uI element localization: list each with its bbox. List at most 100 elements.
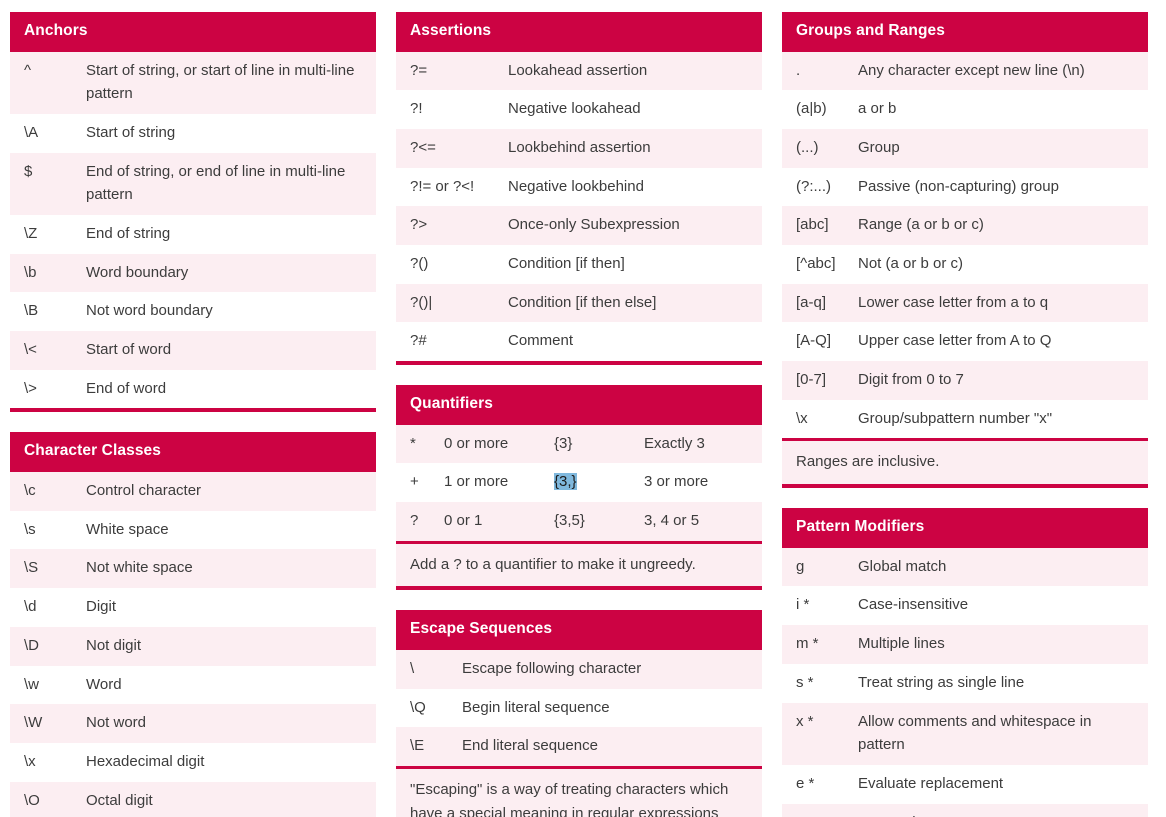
row-key: s *	[796, 673, 814, 691]
row-value: Lookbehind assertion	[508, 138, 651, 156]
row-value: Not word boundary	[86, 302, 213, 320]
row-value: End literal sequence	[462, 737, 598, 755]
row-value: Not white space	[86, 559, 193, 577]
row-value: Not word	[86, 714, 147, 732]
row-key: \Q	[410, 698, 426, 716]
card-body-pattern-modifiers: g Global match i * Case-insensitive m * Multi…	[782, 547, 1148, 817]
row-value: Negative lookbehind	[508, 177, 644, 195]
card-note-groups-and-ranges: Ranges are inclusive.	[782, 438, 1148, 485]
card-header-escape-sequences: Escape Sequences	[396, 610, 762, 651]
row-value: Condition [if then else]	[508, 293, 657, 311]
table-row: ?# Comment	[396, 322, 762, 362]
row-value: Group/subpattern number "x"	[858, 409, 1053, 427]
column-3: Groups and Ranges. Any character except n…	[782, 12, 1148, 817]
row-key: ^	[24, 61, 32, 79]
row-key: (...)	[796, 138, 819, 156]
table-row: m * Multiple lines	[782, 625, 1148, 664]
row-value: Multiple lines	[858, 635, 945, 653]
cheat-sheet: Anchors ^ Start of string, or start of lin…	[0, 0, 1166, 817]
cell-c3: {3,}	[554, 470, 644, 494]
table-row: +1 or more {3,} 3 or more	[396, 463, 762, 503]
row-key: ?()|	[410, 293, 433, 311]
card-body-anchors: ^ Start of string, or start of line in mu…	[10, 51, 376, 409]
cell-c2: 0 or more	[444, 434, 509, 452]
cell-c3: {3,5}	[554, 512, 585, 530]
row-value: Upper case letter from A to Q	[858, 332, 1052, 350]
table-row: ?> Once-only Subexpression	[396, 206, 762, 246]
row-value: Digit	[86, 598, 117, 616]
table-row: \S Not white space	[10, 549, 376, 589]
row-key: \S	[24, 559, 39, 577]
table-row: e * Evaluate replacement	[782, 764, 1148, 804]
cell-c1: +	[410, 473, 419, 491]
row-key: g	[796, 557, 805, 575]
table-row: i * Case-insensitive	[782, 586, 1148, 626]
row-key: [0-7]	[796, 371, 827, 389]
row-key: \	[410, 660, 415, 678]
row-key: \A	[24, 123, 39, 141]
row-key: e *	[796, 774, 815, 792]
table-row: \w Word	[10, 665, 376, 705]
card-header-assertions: Assertions	[396, 12, 762, 52]
row-key: ?>	[410, 216, 428, 234]
card-anchors: Anchors ^ Start of string, or start of lin…	[10, 12, 376, 413]
table-row: x * Allow comments and whitespace in patt…	[782, 702, 1148, 765]
table-row: \ Escape following character	[396, 650, 762, 689]
row-key: m *	[796, 635, 819, 653]
row-key: \d	[24, 598, 37, 616]
row-value: Negative lookahead	[508, 100, 641, 118]
table-row: [abc] Range (a or b or c)	[782, 206, 1148, 246]
table-row: g Global match	[782, 547, 1148, 587]
row-key: \Z	[24, 225, 38, 243]
card-body-groups-and-ranges: . Any character except new line (\n) (a|b)…	[782, 51, 1148, 439]
row-value: End of string	[86, 225, 171, 243]
row-value: Lower case letter from a to q	[858, 293, 1049, 311]
row-value: Range (a or b or c)	[858, 216, 984, 234]
row-value: Comment	[508, 332, 574, 350]
row-value: Treat string as single line	[858, 673, 1025, 691]
row-key: \B	[24, 302, 39, 320]
row-key: ?#	[410, 332, 427, 350]
cell-c1: ?	[410, 512, 419, 530]
card-note-quantifiers: Add a ? to a quantifier to make it ungre…	[396, 540, 762, 587]
row-key: \W	[24, 714, 43, 732]
card-body-assertions: ?= Lookahead assertion?! Negative lookahea…	[396, 51, 762, 362]
row-key: ?=	[410, 61, 428, 79]
card-assertions: Assertions ?= Lookahead assertion?! Negativ…	[396, 12, 762, 366]
row-value: Digit from 0 to 7	[858, 371, 964, 389]
row-value: Start of string, or start of line in mul…	[86, 61, 355, 103]
row-value: Hexadecimal digit	[86, 752, 205, 770]
row-value: Ungreedy pattern	[858, 811, 1134, 817]
table-row: ^ Start of string, or start of line in mu…	[10, 51, 376, 114]
table-row: (...) Group	[782, 128, 1148, 168]
row-value: End of string, or end of line in multi-l…	[86, 162, 346, 204]
table-row: \O Octal digit	[10, 781, 376, 817]
row-key: x *	[796, 712, 814, 730]
row-value: Not (a or b or c)	[858, 255, 964, 273]
row-value: White space	[86, 520, 169, 538]
table-row: \D Not digit	[10, 626, 376, 666]
row-value: Control character	[86, 482, 202, 500]
row-key: (a|b)	[796, 100, 827, 118]
row-value: Group	[858, 138, 900, 156]
row-key: $	[24, 162, 33, 180]
row-key: \O	[24, 791, 40, 809]
table-row: \s White space	[10, 510, 376, 550]
row-value: Allow comments and whitespace in pattern	[858, 712, 1092, 754]
row-key: \x	[24, 752, 36, 770]
table-row: . Any character except new line (\n)	[782, 51, 1148, 91]
row-key: [A-Q]	[796, 332, 832, 350]
row-key: \E	[410, 737, 425, 755]
row-value: Octal digit	[86, 791, 153, 809]
row-key: \c	[24, 482, 36, 500]
row-value: Not digit	[86, 636, 142, 654]
table-row: ? 0 or 1 {3,5} 3, 4 or 5	[396, 502, 762, 541]
table-row: \b Word boundary	[10, 253, 376, 293]
card-header-character-classes: Character Classes	[10, 432, 376, 473]
card-character-classes: Character Classes \c Control character \s Wh…	[10, 432, 376, 817]
cell-c4: Exactly 3	[644, 434, 705, 452]
table-row: (a|b) a or b	[782, 90, 1148, 129]
table-row: \c Control character	[10, 472, 376, 511]
table-row: \B Not word boundary	[10, 292, 376, 332]
card-header-groups-and-ranges: Groups and Ranges	[782, 12, 1148, 52]
